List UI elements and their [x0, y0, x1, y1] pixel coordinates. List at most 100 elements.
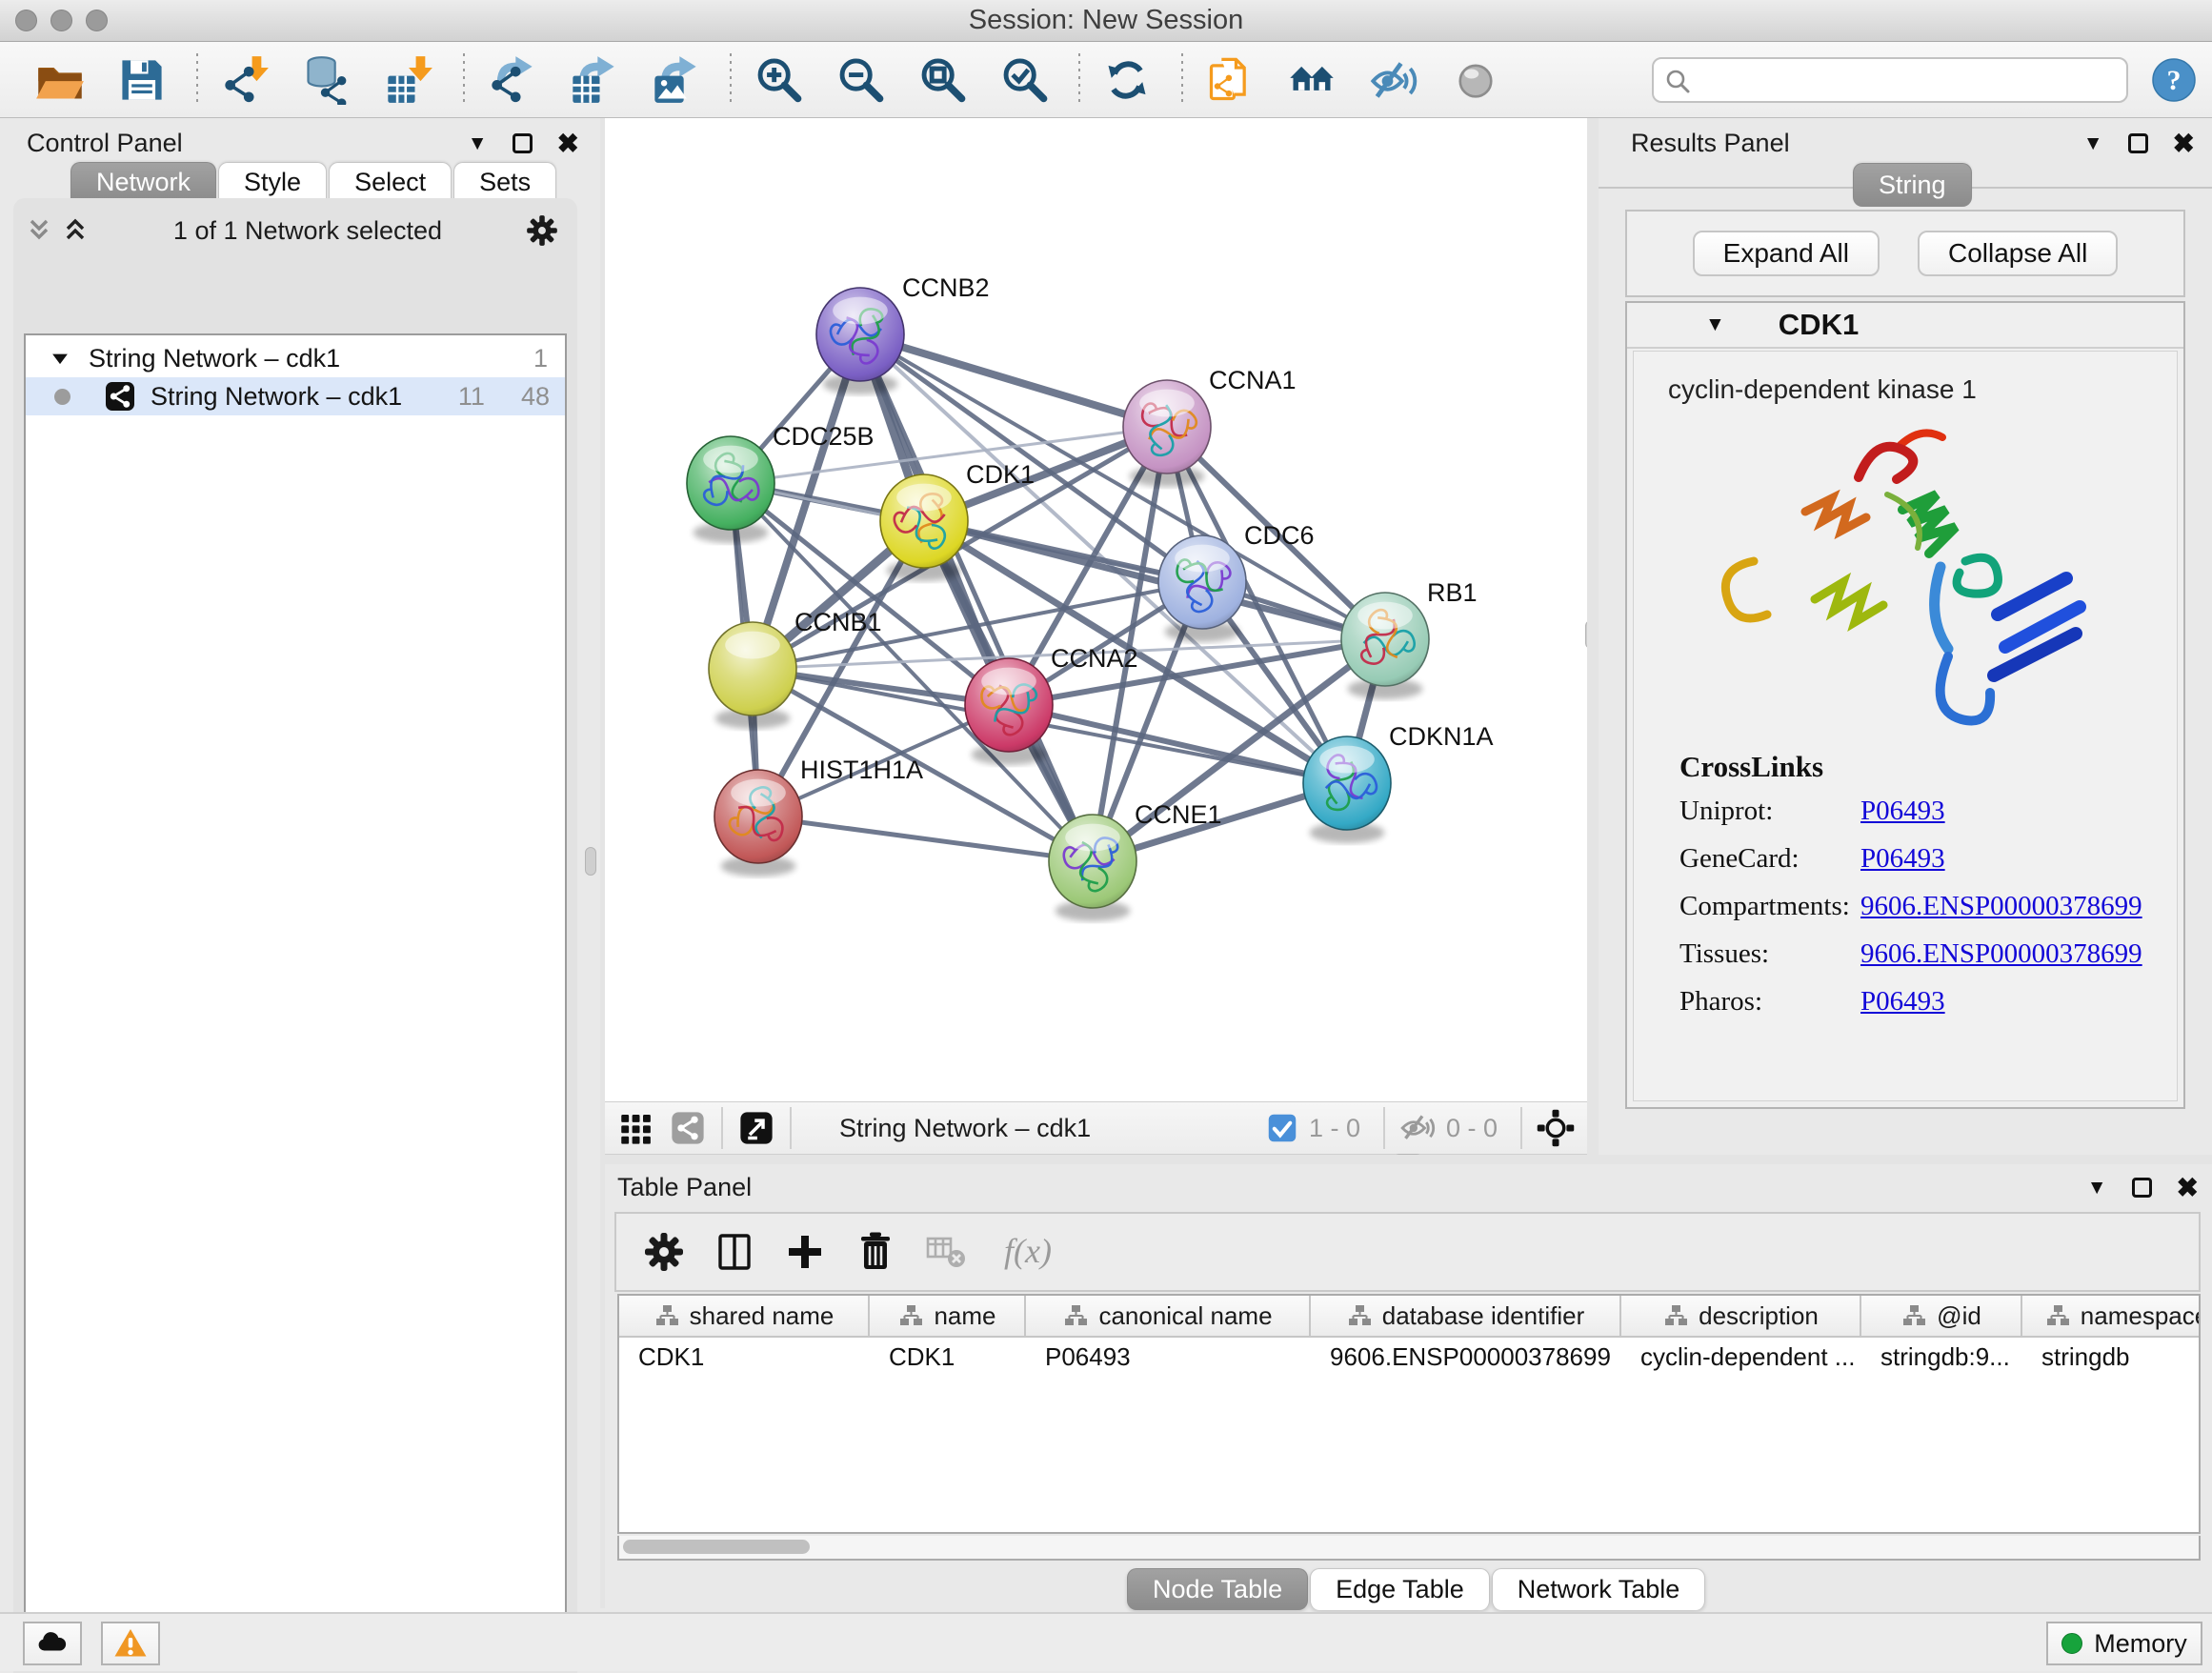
birds-eye-view-icon[interactable]: [1536, 1108, 1576, 1148]
column-header-name[interactable]: name: [870, 1296, 1026, 1338]
expand-all-networks-icon[interactable]: [59, 214, 91, 247]
control-panel-float-icon[interactable]: [513, 133, 533, 153]
results-button-box: Expand All Collapse All: [1625, 210, 2185, 297]
zoom-selected-button[interactable]: [991, 50, 1057, 111]
tab-select[interactable]: Select: [329, 162, 452, 202]
graphics-details-button[interactable]: [1278, 50, 1345, 111]
maximize-window-icon[interactable]: [86, 10, 108, 31]
table-panel-float-icon[interactable]: [2132, 1178, 2152, 1198]
node-HIST1H1A[interactable]: HIST1H1A: [714, 756, 923, 877]
open-session-button[interactable]: [27, 50, 93, 111]
clone-network-button[interactable]: [1196, 50, 1263, 111]
crosslink-link[interactable]: P06493: [1860, 986, 1945, 1018]
crosslink-link[interactable]: 9606.ENSP00000378699: [1860, 891, 2142, 922]
table-cell[interactable]: CDK1: [619, 1338, 870, 1376]
grid-view-icon[interactable]: [616, 1108, 656, 1148]
network-view-canvas[interactable]: CCNB2 CCNA1 CDC25B CDK1 CDC6 RB1 CCNB1: [605, 118, 1587, 1101]
results-panel-menu-icon[interactable]: ▼: [2083, 132, 2103, 155]
node-CDC6[interactable]: CDC6: [1158, 521, 1315, 642]
zoom-fit-button[interactable]: [909, 50, 975, 111]
window-controls[interactable]: [15, 10, 108, 31]
export-image-button[interactable]: [642, 50, 709, 111]
scrollbar-thumb[interactable]: [623, 1540, 810, 1554]
table-cell[interactable]: stringdb:9...: [1861, 1338, 2022, 1376]
crosslink-link[interactable]: P06493: [1860, 843, 1945, 875]
hide-selected-button[interactable]: [1360, 50, 1427, 111]
minimize-window-icon[interactable]: [50, 10, 72, 31]
node-CCNE1[interactable]: CCNE1: [1049, 800, 1222, 921]
table-cell[interactable]: P06493: [1026, 1338, 1311, 1376]
table-cell[interactable]: CDK1: [870, 1338, 1026, 1376]
search-field-wrap: [1652, 57, 2128, 103]
left-splitter-handle[interactable]: [585, 847, 596, 876]
export-table-button[interactable]: [560, 50, 627, 111]
network-options-gear-icon[interactable]: [524, 212, 560, 249]
column-header-id[interactable]: @id: [1861, 1296, 2022, 1338]
toolbar-separator: [1181, 53, 1183, 107]
import-network-file-button[interactable]: [211, 50, 278, 111]
delete-column-icon[interactable]: [853, 1229, 898, 1275]
node-CDK1[interactable]: CDK1: [880, 460, 1035, 581]
edge-HIST1H1A-CCNE1[interactable]: [758, 816, 1093, 861]
node-RB1[interactable]: RB1: [1341, 578, 1478, 699]
table-options-gear-icon[interactable]: [641, 1229, 687, 1275]
help-button[interactable]: ?: [2151, 57, 2197, 103]
import-network-database-button[interactable]: [293, 50, 360, 111]
open-in-new-window-icon[interactable]: [736, 1108, 776, 1148]
table-cell[interactable]: 9606.ENSP00000378699: [1311, 1338, 1621, 1376]
gene-section-header[interactable]: ▼ CDK1: [1627, 303, 2183, 349]
show-columns-icon[interactable]: [712, 1229, 757, 1275]
edge-CCNB2-CCNA1[interactable]: [860, 334, 1167, 427]
export-network-button[interactable]: [478, 50, 545, 111]
results-panel-close-icon[interactable]: ✖: [2173, 128, 2195, 159]
cloud-button[interactable]: [23, 1622, 82, 1665]
results-panel-float-icon[interactable]: [2128, 133, 2148, 153]
column-header-canonical-name[interactable]: canonical name: [1026, 1296, 1311, 1338]
node-table[interactable]: shared namenamecanonical namedatabase id…: [617, 1294, 2201, 1534]
control-panel-close-icon[interactable]: ✖: [557, 128, 579, 159]
column-header-shared-name[interactable]: shared name: [619, 1296, 870, 1338]
save-session-button[interactable]: [109, 50, 175, 111]
apply-layout-button[interactable]: [1094, 50, 1160, 111]
import-table-button[interactable]: [375, 50, 442, 111]
network-view-icon[interactable]: [668, 1108, 708, 1148]
collapse-all-networks-icon[interactable]: [23, 214, 55, 247]
search-input[interactable]: [1652, 57, 2128, 103]
tab-node-table[interactable]: Node Table: [1127, 1568, 1308, 1610]
table-cell[interactable]: cyclin-dependent ...: [1621, 1338, 1861, 1376]
show-all-button[interactable]: [1442, 50, 1509, 111]
zoom-out-button[interactable]: [827, 50, 894, 111]
table-cell[interactable]: stringdb: [2022, 1338, 2201, 1376]
column-header-namespace[interactable]: namespace: [2022, 1296, 2201, 1338]
tab-string[interactable]: String: [1853, 163, 1972, 207]
column-header-label: @id: [1937, 1301, 1981, 1331]
tab-sets[interactable]: Sets: [453, 162, 556, 202]
tab-network-table[interactable]: Network Table: [1492, 1568, 1706, 1610]
crosslink-link[interactable]: 9606.ENSP00000378699: [1860, 938, 2142, 970]
network-collection-row[interactable]: String Network – cdk1 1: [26, 339, 565, 377]
tab-style[interactable]: Style: [218, 162, 327, 202]
warning-button[interactable]: [101, 1622, 160, 1665]
memory-button[interactable]: Memory: [2046, 1622, 2202, 1665]
collapse-all-button[interactable]: Collapse All: [1918, 231, 2118, 276]
tab-edge-table[interactable]: Edge Table: [1310, 1568, 1490, 1610]
add-column-icon[interactable]: [782, 1229, 828, 1275]
tab-network[interactable]: Network: [70, 162, 216, 202]
column-header-database-identifier[interactable]: database identifier: [1311, 1296, 1621, 1338]
collection-expand-icon[interactable]: [47, 345, 73, 372]
network-row-selected[interactable]: String Network – cdk1 11 48: [26, 377, 565, 415]
column-type-icon: [1346, 1302, 1373, 1329]
column-header-description[interactable]: description: [1621, 1296, 1861, 1338]
expand-all-button[interactable]: Expand All: [1693, 231, 1880, 276]
crosslink-link[interactable]: P06493: [1860, 796, 1945, 827]
control-panel-menu-icon[interactable]: ▼: [468, 132, 488, 155]
zoom-in-button[interactable]: [745, 50, 812, 111]
selected-checkbox-icon[interactable]: [1265, 1111, 1299, 1145]
table-panel-menu-icon[interactable]: ▼: [2087, 1177, 2107, 1199]
table-panel-close-icon[interactable]: ✖: [2177, 1172, 2199, 1203]
close-window-icon[interactable]: [15, 10, 37, 31]
node-CDKN1A[interactable]: CDKN1A: [1303, 722, 1494, 843]
node-CCNB1[interactable]: CCNB1: [709, 608, 882, 729]
table-horizontal-scrollbar[interactable]: [617, 1536, 2201, 1561]
gene-collapse-icon[interactable]: ▼: [1705, 313, 1725, 336]
